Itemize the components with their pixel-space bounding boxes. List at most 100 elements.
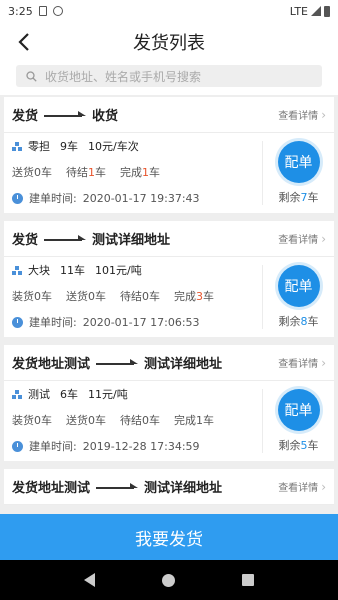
clock-icon bbox=[12, 316, 23, 328]
view-details-link[interactable]: 查看详情 › bbox=[278, 479, 326, 495]
cargo-icon bbox=[12, 141, 22, 151]
view-details-label: 查看详情 bbox=[278, 483, 319, 494]
status-item: 送货0车 bbox=[66, 414, 106, 427]
battery-icon bbox=[324, 5, 330, 17]
status-row: 装货0车 送货0车 待结0车 完成1车 bbox=[12, 407, 262, 433]
created-time: 2019-12-28 17:34:59 bbox=[82, 439, 200, 453]
route-from: 发货地址测试 bbox=[12, 481, 91, 496]
order-card-header: 发货 测试详细地址 查看详情 › bbox=[4, 221, 334, 257]
arrow-right-icon bbox=[96, 358, 139, 368]
clock-icon bbox=[12, 440, 23, 452]
route: 发货地址测试 测试详细地址 bbox=[12, 353, 222, 372]
created-time-label: 建单时间: bbox=[29, 316, 77, 329]
created-time-row: 建单时间: 2020-01-17 17:06:53 bbox=[12, 309, 262, 335]
route-to: 测试详细地址 bbox=[144, 357, 223, 372]
created-time-row: 建单时间: 2019-12-28 17:34:59 bbox=[12, 433, 262, 459]
chevron-right-icon: › bbox=[321, 479, 326, 494]
status-bar: 3:25 LTE bbox=[0, 0, 338, 22]
ship-goods-button[interactable]: 我要发货 bbox=[0, 514, 338, 560]
status-row: 送货0车 待结1车 完成1车 bbox=[12, 159, 262, 185]
view-details-label: 查看详情 bbox=[278, 111, 319, 122]
route-to: 测试详细地址 bbox=[92, 233, 171, 248]
system-home-icon[interactable] bbox=[161, 573, 175, 587]
clock-icon bbox=[12, 192, 23, 204]
status-item: 待结0车 bbox=[120, 414, 160, 427]
arrow-right-icon bbox=[96, 482, 139, 492]
search-placeholder: 收货地址、姓名或手机号搜索 bbox=[45, 69, 202, 84]
search-icon bbox=[26, 70, 37, 82]
goods-row: 零担 9车 10元/车次 bbox=[12, 133, 262, 159]
created-time-label: 建单时间: bbox=[29, 440, 77, 453]
status-item: 完成1车 bbox=[120, 166, 160, 179]
view-details-label: 查看详情 bbox=[278, 235, 319, 246]
goods-type: 零担 bbox=[28, 140, 50, 153]
goods-type: 大块 bbox=[28, 264, 50, 277]
created-time-label: 建单时间: bbox=[29, 192, 77, 205]
status-item: 送货0车 bbox=[12, 166, 52, 179]
route-to: 测试详细地址 bbox=[144, 481, 223, 496]
order-info: 大块 11车 101元/吨 装货0车 送货0车 待结0车 完成3车 建单时间: … bbox=[12, 257, 262, 337]
assign-button[interactable]: 配单 bbox=[277, 265, 320, 307]
remaining-count: 剩余8车 bbox=[278, 315, 319, 328]
order-card-body: 大块 11车 101元/吨 装货0车 送货0车 待结0车 完成3车 建单时间: … bbox=[4, 257, 334, 337]
view-details-link[interactable]: 查看详情 › bbox=[278, 231, 326, 247]
truck-count: 11车 bbox=[60, 264, 85, 277]
assign-button[interactable]: 配单 bbox=[277, 389, 320, 431]
order-card-body: 测试 6车 11元/吨 装货0车 送货0车 待结0车 完成1车 建单时间: 20… bbox=[4, 381, 334, 461]
system-nav-bar bbox=[0, 560, 338, 600]
status-item: 送货0车 bbox=[66, 290, 106, 303]
system-back-icon[interactable] bbox=[83, 573, 95, 587]
chevron-left-icon bbox=[18, 33, 29, 51]
arrow-right-icon bbox=[44, 110, 87, 120]
truck-count: 6车 bbox=[60, 388, 78, 401]
order-side: 配单 剩余7车 bbox=[262, 141, 334, 205]
page-title: 发货列表 bbox=[133, 33, 205, 54]
status-item: 待结1车 bbox=[66, 166, 106, 179]
order-card: 发货地址测试 测试详细地址 查看详情 › bbox=[4, 469, 334, 505]
status-row: 装货0车 送货0车 待结0车 完成3车 bbox=[12, 283, 262, 309]
back-button[interactable] bbox=[10, 28, 38, 56]
price: 101元/吨 bbox=[95, 264, 142, 277]
order-info: 测试 6车 11元/吨 装货0车 送货0车 待结0车 完成1车 建单时间: 20… bbox=[12, 381, 262, 461]
order-card: 发货 测试详细地址 查看详情 › 大块 11车 101元/吨 装货0车 送货0车 bbox=[4, 221, 334, 337]
goods-row: 大块 11车 101元/吨 bbox=[12, 257, 262, 283]
status-item: 完成3车 bbox=[174, 290, 214, 303]
remaining-count: 剩余5车 bbox=[278, 439, 319, 452]
status-item: 装货0车 bbox=[12, 290, 52, 303]
chevron-right-icon: › bbox=[321, 355, 326, 370]
goods-type: 测试 bbox=[28, 388, 50, 401]
order-info: 零担 9车 10元/车次 送货0车 待结1车 完成1车 建单时间: 2020-0… bbox=[12, 133, 262, 213]
system-recents-icon[interactable] bbox=[242, 574, 255, 586]
order-card-header: 发货地址测试 测试详细地址 查看详情 › bbox=[4, 469, 334, 505]
route: 发货地址测试 测试详细地址 bbox=[12, 477, 222, 496]
route: 发货 收货 bbox=[12, 105, 118, 124]
route-from: 发货 bbox=[12, 233, 39, 248]
goods-row: 测试 6车 11元/吨 bbox=[12, 381, 262, 407]
status-item: 装货0车 bbox=[12, 414, 52, 427]
order-card-body: 零担 9车 10元/车次 送货0车 待结1车 完成1车 建单时间: 2020-0… bbox=[4, 133, 334, 213]
assign-button[interactable]: 配单 bbox=[277, 141, 320, 183]
order-card: 发货 收货 查看详情 › 零担 9车 10元/车次 送货0车 待结1车 完成1车… bbox=[4, 97, 334, 213]
network-type: LTE bbox=[289, 4, 308, 18]
search-input[interactable]: 收货地址、姓名或手机号搜索 bbox=[16, 65, 322, 87]
signal-icon bbox=[311, 6, 321, 16]
route-from: 发货 bbox=[12, 109, 39, 124]
status-time: 3:25 bbox=[8, 4, 33, 18]
route-to: 收货 bbox=[92, 109, 119, 124]
created-time: 2020-01-17 19:37:43 bbox=[82, 191, 200, 205]
order-side: 配单 剩余8车 bbox=[262, 265, 334, 329]
status-item: 完成1车 bbox=[174, 414, 214, 427]
created-time-row: 建单时间: 2020-01-17 19:37:43 bbox=[12, 185, 262, 211]
chevron-right-icon: › bbox=[321, 231, 326, 246]
view-details-link[interactable]: 查看详情 › bbox=[278, 107, 326, 123]
price: 11元/吨 bbox=[88, 388, 128, 401]
price: 10元/车次 bbox=[88, 140, 139, 153]
arrow-right-icon bbox=[44, 234, 87, 244]
remaining-count: 剩余7车 bbox=[278, 191, 319, 204]
status-item: 待结0车 bbox=[120, 290, 160, 303]
sim-card-icon bbox=[38, 6, 47, 16]
view-details-link[interactable]: 查看详情 › bbox=[278, 355, 326, 371]
order-card: 发货地址测试 测试详细地址 查看详情 › 测试 6车 11元/吨 装货0车 送货… bbox=[4, 345, 334, 461]
search-bar: 收货地址、姓名或手机号搜索 bbox=[0, 62, 338, 95]
cargo-icon bbox=[12, 389, 22, 399]
